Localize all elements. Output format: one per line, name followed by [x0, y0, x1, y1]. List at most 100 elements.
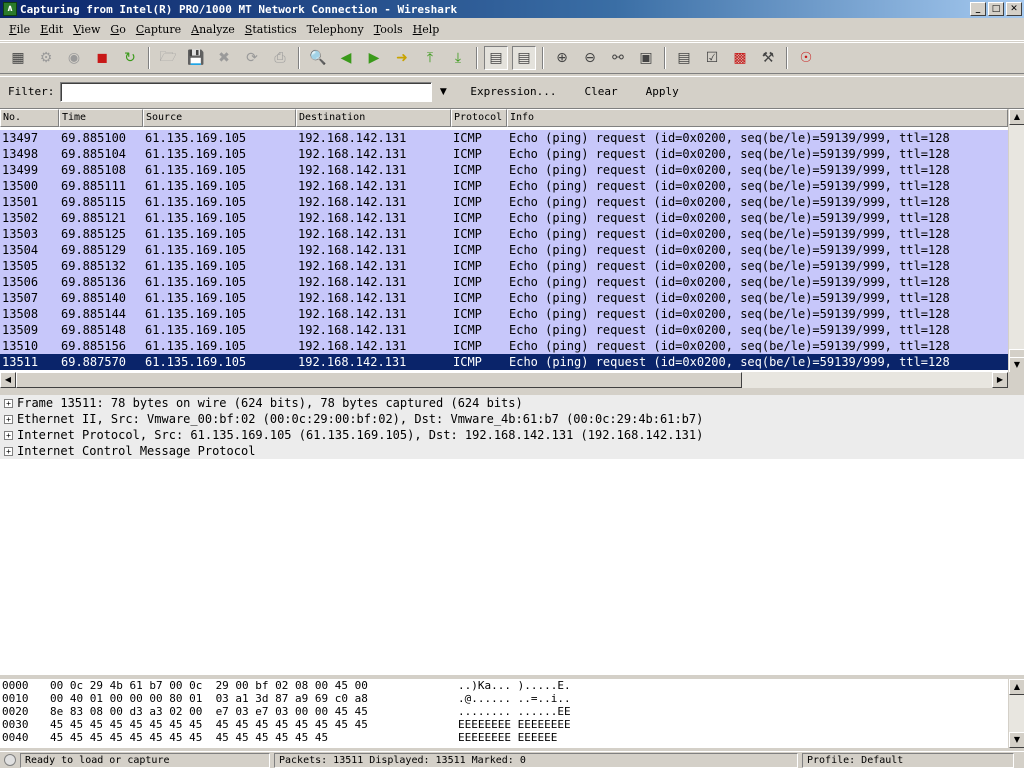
display-filters-icon[interactable]: ☑ — [700, 46, 724, 70]
detail-tree-item[interactable]: + Internet Protocol, Src: 61.135.169.105 … — [0, 427, 1024, 443]
hex-row[interactable]: 0020 8e 83 08 00 d3 a3 02 00 e7 03 e7 03 … — [0, 705, 1024, 718]
column-header-info[interactable]: Info — [507, 109, 1008, 127]
scroll-left-icon[interactable]: ◀ — [0, 372, 16, 388]
packet-cell-proto: ICMP — [453, 339, 482, 353]
hex-row[interactable]: 0000 00 0c 29 4b 61 b7 00 0c 29 00 bf 02 … — [0, 679, 1024, 692]
toolbar-separator — [298, 47, 300, 69]
open-file-icon[interactable]: 🗁 — [156, 46, 180, 70]
packet-row[interactable]: 13503 69.885125 61.135.169.105 192.168.142.… — [0, 226, 1008, 242]
status-profile[interactable]: Profile: Default — [802, 752, 1014, 768]
zoom-in-icon[interactable]: ⊕ — [550, 46, 574, 70]
packet-row[interactable]: 13501 69.885115 61.135.169.105 192.168.142.… — [0, 194, 1008, 210]
packet-row[interactable]: 13506 69.885136 61.135.169.105 192.168.142.… — [0, 274, 1008, 290]
packet-row[interactable]: 13510 69.885156 61.135.169.105 192.168.142.… — [0, 338, 1008, 354]
menu-label: ile — [16, 23, 31, 36]
expand-icon[interactable]: + — [4, 414, 13, 424]
detail-tree-item[interactable]: + Internet Control Message Protocol — [0, 443, 1024, 459]
menu-statistics[interactable]: Statistics — [240, 23, 302, 36]
capture-stop-icon[interactable]: ◼ — [90, 46, 114, 70]
capture-options-icon[interactable]: ⚙ — [34, 46, 58, 70]
minimize-button[interactable]: _ — [970, 2, 986, 16]
go-to-packet-icon[interactable]: ➜ — [390, 46, 414, 70]
column-header-source[interactable]: Source — [143, 109, 296, 127]
expand-icon[interactable]: + — [4, 398, 13, 408]
packet-cell-time: 69.885121 — [61, 211, 127, 225]
preferences-icon[interactable]: ⚒ — [756, 46, 780, 70]
packet-row[interactable]: 13500 69.885111 61.135.169.105 192.168.142.… — [0, 178, 1008, 194]
scroll-down-icon[interactable]: ▼ — [1009, 732, 1024, 748]
packet-row[interactable]: 13504 69.885129 61.135.169.105 192.168.142.… — [0, 242, 1008, 258]
packet-row[interactable]: 13499 69.885108 61.135.169.105 192.168.142.… — [0, 162, 1008, 178]
column-header-time[interactable]: Time — [59, 109, 143, 127]
menu-tools[interactable]: Tools — [369, 23, 408, 36]
menu-label: Telephony — [306, 23, 364, 36]
detail-tree-item[interactable]: + Ethernet II, Src: Vmware_00:bf:02 (00:0… — [0, 411, 1024, 427]
packet-cell-info: Echo (ping) request (id=0x0200, seq(be/l… — [509, 147, 950, 161]
menu-edit[interactable]: Edit — [35, 23, 68, 36]
scroll-up-icon[interactable]: ▲ — [1009, 679, 1024, 695]
zoom-out-icon[interactable]: ⊖ — [578, 46, 602, 70]
save-file-icon[interactable]: 💾 — [184, 46, 208, 70]
hex-row[interactable]: 0030 45 45 45 45 45 45 45 45 45 45 45 45 … — [0, 718, 1024, 731]
column-header-destination[interactable]: Destination — [296, 109, 451, 127]
expression-button[interactable]: Expression... — [462, 85, 564, 98]
expand-icon[interactable]: + — [4, 430, 13, 440]
colorize-icon[interactable]: ▤ — [484, 46, 508, 70]
filter-dropdown-icon[interactable]: ▼ — [436, 87, 450, 97]
hex-row[interactable]: 0010 00 40 01 00 00 00 80 01 03 a1 3d 87 … — [0, 692, 1024, 705]
hscroll-thumb[interactable] — [16, 372, 742, 388]
resize-columns-icon[interactable]: ▣ — [634, 46, 658, 70]
packet-list-vscroll[interactable]: ▲ ▼ — [1008, 109, 1024, 372]
packet-row[interactable]: 13502 69.885121 61.135.169.105 192.168.142.… — [0, 210, 1008, 226]
expert-info-icon[interactable] — [4, 754, 16, 766]
packet-row[interactable]: 13509 69.885148 61.135.169.105 192.168.142.… — [0, 322, 1008, 338]
reload-icon[interactable]: ⟳ — [240, 46, 264, 70]
zoom-normal-icon[interactable]: ⚯ — [606, 46, 630, 70]
hex-row[interactable]: 0040 45 45 45 45 45 45 45 45 45 45 45 45 … — [0, 731, 1024, 744]
capture-start-icon[interactable]: ◉ — [62, 46, 86, 70]
go-first-icon[interactable]: ⤒ — [418, 46, 442, 70]
auto-scroll-icon[interactable]: ▤ — [512, 46, 536, 70]
bytes-vscroll[interactable]: ▲ ▼ — [1008, 679, 1024, 748]
menu-telephony[interactable]: Telephony — [302, 23, 369, 36]
interface-list-icon[interactable]: ▦ — [6, 46, 30, 70]
packet-row[interactable]: 13505 69.885132 61.135.169.105 192.168.142.… — [0, 258, 1008, 274]
capture-restart-icon[interactable]: ↻ — [118, 46, 142, 70]
hex-bytes: 45 45 45 45 45 45 45 45 45 45 45 45 45 4… — [50, 718, 368, 731]
menu-analyze[interactable]: Analyze — [186, 23, 240, 36]
packet-row[interactable]: 13497 69.885100 61.135.169.105 192.168.142.… — [0, 130, 1008, 146]
menu-view[interactable]: View — [68, 23, 105, 36]
go-forward-icon[interactable]: ▶ — [362, 46, 386, 70]
packet-row[interactable]: 13498 69.885104 61.135.169.105 192.168.142.… — [0, 146, 1008, 162]
menu-go[interactable]: Go — [105, 23, 130, 36]
status-ready: Ready to load or capture — [20, 752, 270, 768]
capture-filters-icon[interactable]: ▤ — [672, 46, 696, 70]
packet-list-hscroll[interactable]: ◀ ▶ — [0, 372, 1008, 388]
help-icon[interactable]: ☉ — [794, 46, 818, 70]
column-header-protocol[interactable]: Protocol — [451, 109, 507, 127]
menu-capture[interactable]: Capture — [131, 23, 186, 36]
close-file-icon[interactable]: ✖ — [212, 46, 236, 70]
go-back-icon[interactable]: ◀ — [334, 46, 358, 70]
packet-cell-info: Echo (ping) request (id=0x0200, seq(be/l… — [509, 227, 950, 241]
coloring-rules-icon[interactable]: ▩ — [728, 46, 752, 70]
maximize-button[interactable]: □ — [988, 2, 1004, 16]
scroll-down-icon[interactable]: ▼ — [1009, 357, 1024, 372]
print-icon[interactable]: ⎙ — [268, 46, 292, 70]
menu-help[interactable]: Help — [408, 23, 445, 36]
scroll-right-icon[interactable]: ▶ — [992, 372, 1008, 388]
detail-tree-item[interactable]: + Frame 13511: 78 bytes on wire (624 bits… — [0, 395, 1024, 411]
packet-row[interactable]: 13511 69.887570 61.135.169.105 192.168.142.… — [0, 354, 1008, 370]
apply-button[interactable]: Apply — [638, 85, 687, 98]
close-button[interactable]: ✕ — [1006, 2, 1022, 16]
find-packet-icon[interactable]: 🔍 — [306, 46, 330, 70]
scroll-up-icon[interactable]: ▲ — [1009, 109, 1024, 125]
filter-input[interactable] — [60, 81, 433, 102]
packet-row[interactable]: 13508 69.885144 61.135.169.105 192.168.142.… — [0, 306, 1008, 322]
clear-button[interactable]: Clear — [576, 85, 625, 98]
go-last-icon[interactable]: ⤓ — [446, 46, 470, 70]
column-header-no[interactable]: No. — [0, 109, 59, 127]
packet-row[interactable]: 13507 69.885140 61.135.169.105 192.168.142.… — [0, 290, 1008, 306]
menu-file[interactable]: File — [4, 23, 35, 36]
expand-icon[interactable]: + — [4, 446, 13, 456]
